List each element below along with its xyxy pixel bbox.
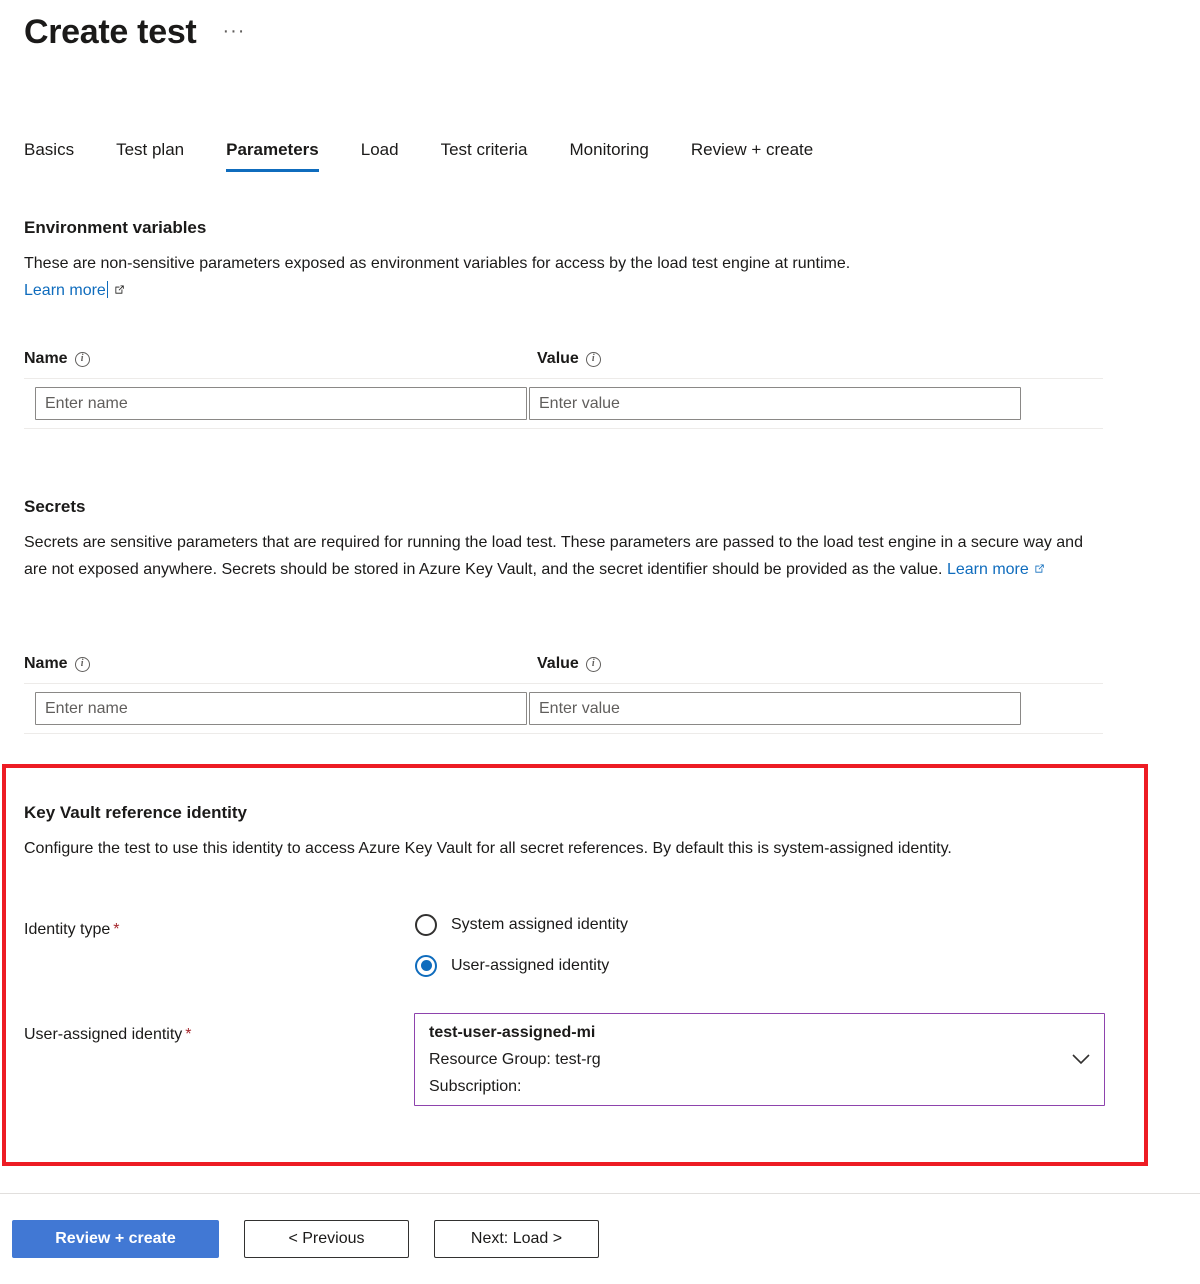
radio-system-assigned-identity[interactable]: System assigned identity — [415, 904, 628, 945]
user-assigned-identity-dropdown[interactable]: test-user-assigned-mi Resource Group: te… — [414, 1013, 1105, 1106]
text-caret — [107, 281, 108, 298]
user-assigned-identity-label-text: User-assigned identity — [24, 1026, 182, 1043]
secrets-grid: Name i Value i — [24, 645, 1103, 734]
next-load-button[interactable]: Next: Load > — [434, 1220, 599, 1258]
create-test-page: Create test ··· Basics Test plan Paramet… — [0, 0, 1200, 1284]
environment-variables-grid: Name i Value i — [24, 340, 1103, 429]
secrets-learn-more-link[interactable]: Learn more — [947, 561, 1029, 578]
previous-button[interactable]: < Previous — [244, 1220, 409, 1258]
info-icon[interactable]: i — [586, 657, 601, 672]
tab-monitoring[interactable]: Monitoring — [570, 138, 649, 172]
key-vault-identity-description: Configure the test to use this identity … — [24, 835, 1064, 862]
tab-test-criteria[interactable]: Test criteria — [441, 138, 528, 172]
wizard-footer: Review + create < Previous Next: Load > — [12, 1220, 599, 1258]
page-title: Create test — [24, 10, 196, 54]
secrets-description: Secrets are sensitive parameters that ar… — [24, 529, 1109, 584]
env-column-header-name: Name i — [24, 350, 537, 368]
env-header-value-label: Value — [537, 350, 579, 368]
user-assigned-identity-label: User-assigned identity* — [24, 1024, 192, 1046]
environment-variables-heading: Environment variables — [24, 216, 206, 240]
secret-value-input[interactable] — [529, 692, 1021, 725]
secrets-header-name-label: Name — [24, 655, 68, 673]
wizard-tabs: Basics Test plan Parameters Load Test cr… — [24, 138, 813, 172]
secrets-heading: Secrets — [24, 495, 85, 519]
footer-divider — [0, 1193, 1200, 1194]
identity-subscription: Subscription: — [429, 1073, 1044, 1100]
tab-review-create[interactable]: Review + create — [691, 138, 813, 172]
page-header: Create test ··· — [24, 10, 249, 54]
env-column-header-value: Value i — [537, 350, 1037, 368]
info-icon[interactable]: i — [75, 657, 90, 672]
tab-basics[interactable]: Basics — [24, 138, 74, 172]
radio-icon-selected[interactable] — [415, 955, 437, 977]
secrets-description-text: Secrets are sensitive parameters that ar… — [24, 534, 1083, 578]
tab-parameters[interactable]: Parameters — [226, 138, 319, 172]
secret-name-input[interactable] — [35, 692, 527, 725]
secrets-column-header-name: Name i — [24, 655, 537, 673]
identity-resource-group: Resource Group: test-rg — [429, 1046, 1044, 1073]
env-grid-header: Name i Value i — [24, 340, 1103, 378]
table-row — [24, 378, 1103, 429]
radio-label-system-assigned: System assigned identity — [451, 914, 628, 936]
more-options-icon[interactable]: ··· — [218, 19, 249, 43]
env-header-name-label: Name — [24, 350, 68, 368]
tab-test-plan[interactable]: Test plan — [116, 138, 184, 172]
environment-variables-description: These are non-sensitive parameters expos… — [24, 250, 1104, 305]
external-link-icon[interactable] — [113, 278, 126, 305]
table-row — [24, 683, 1103, 734]
tab-load[interactable]: Load — [361, 138, 399, 172]
review-create-button[interactable]: Review + create — [12, 1220, 219, 1258]
identity-type-radio-group: System assigned identity User-assigned i… — [415, 904, 628, 986]
key-vault-identity-heading: Key Vault reference identity — [24, 801, 247, 825]
identity-type-label-text: Identity type — [24, 921, 110, 938]
required-asterisk: * — [113, 921, 119, 938]
radio-label-user-assigned: User-assigned identity — [451, 955, 609, 977]
external-link-icon[interactable] — [1033, 557, 1046, 584]
info-icon[interactable]: i — [75, 352, 90, 367]
radio-user-assigned-identity[interactable]: User-assigned identity — [415, 945, 628, 986]
env-description-text: These are non-sensitive parameters expos… — [24, 255, 850, 272]
secrets-header-value-label: Value — [537, 655, 579, 673]
info-icon[interactable]: i — [586, 352, 601, 367]
secrets-column-header-value: Value i — [537, 655, 1037, 673]
chevron-down-icon[interactable] — [1058, 1054, 1104, 1065]
dropdown-selected-value: test-user-assigned-mi Resource Group: te… — [415, 1019, 1058, 1100]
environment-variables-learn-more-link[interactable]: Learn more — [24, 282, 106, 299]
identity-name: test-user-assigned-mi — [429, 1019, 1044, 1046]
env-name-input[interactable] — [35, 387, 527, 420]
required-asterisk: * — [185, 1026, 191, 1043]
radio-icon[interactable] — [415, 914, 437, 936]
secrets-grid-header: Name i Value i — [24, 645, 1103, 683]
identity-type-label: Identity type* — [24, 919, 120, 941]
env-value-input[interactable] — [529, 387, 1021, 420]
